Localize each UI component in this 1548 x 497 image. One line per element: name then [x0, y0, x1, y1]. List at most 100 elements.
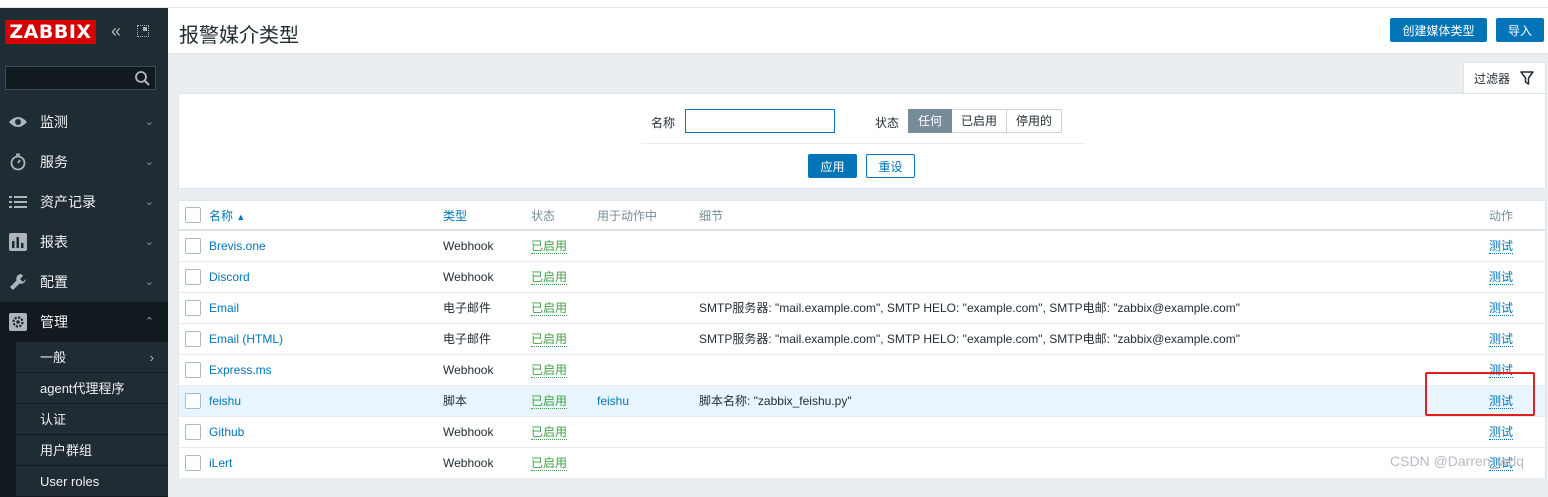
row-checkbox[interactable] — [185, 299, 201, 316]
import-button[interactable]: 导入 — [1496, 18, 1544, 42]
main-menu: 监测 ⌄ 服务 ⌄ 资产记录 ⌄ 报表 ⌄ 配置 ⌄ 管理 ⌃ 一般 › age… — [0, 102, 168, 497]
submenu-item-general[interactable]: 一般 › — [16, 342, 168, 373]
reset-button[interactable]: 重设 — [866, 154, 915, 178]
table-row: Express.ms Webhook 已启用 测试 — [179, 354, 1545, 386]
column-details: 细节 — [699, 201, 1489, 231]
page-header: 报警媒介类型 创建媒体类型 导入 — [168, 8, 1548, 54]
menu-item-label: 管理 — [40, 314, 68, 330]
status-toggle[interactable]: 已启用 — [531, 301, 568, 316]
test-link[interactable]: 测试 — [1489, 425, 1514, 440]
double-chevron-left-icon[interactable]: « — [111, 22, 121, 40]
menu-item-inventory[interactable]: 资产记录 ⌄ — [0, 182, 168, 222]
tab-filter[interactable]: 过滤器 — [1463, 62, 1546, 93]
column-type-label[interactable]: 类型 — [443, 209, 467, 223]
gear-icon — [8, 312, 28, 332]
row-checkbox[interactable] — [185, 392, 201, 409]
table-row: iLert Webhook 已启用 测试 — [179, 447, 1545, 479]
create-media-type-button[interactable]: 创建媒体类型 — [1390, 18, 1487, 42]
row-checkbox[interactable] — [185, 454, 201, 471]
menu-item-monitoring[interactable]: 监测 ⌄ — [0, 102, 168, 142]
test-link[interactable]: 测试 — [1489, 332, 1514, 347]
row-checkbox[interactable] — [185, 237, 201, 254]
status-toggle[interactable]: 已启用 — [531, 270, 568, 285]
submenu-item-label: 认证 — [40, 412, 67, 427]
column-type[interactable]: 类型 — [443, 201, 531, 231]
top-strip — [0, 0, 1548, 8]
row-checkbox[interactable] — [185, 423, 201, 440]
submenu-item-label: 一般 — [40, 350, 67, 365]
watermark: CSDN @Darren_wdq — [1390, 453, 1525, 469]
page-title: 报警媒介类型 — [179, 25, 299, 47]
media-type-name-link[interactable]: Express.ms — [209, 363, 272, 377]
status-toggle[interactable]: 已启用 — [531, 425, 568, 440]
apply-button[interactable]: 应用 — [808, 154, 857, 178]
table-row: Email (HTML) 电子邮件 已启用 SMTP服务器: "mail.exa… — [179, 323, 1545, 355]
status-toggle[interactable]: 已启用 — [531, 332, 568, 347]
filter-tab-label: 过滤器 — [1474, 71, 1511, 86]
filter-name-input[interactable] — [685, 109, 835, 133]
search-icon[interactable] — [133, 69, 153, 89]
menu-item-label: 监测 — [40, 114, 68, 130]
zabbix-logo[interactable]: ZABBIX — [5, 20, 96, 44]
stopwatch-icon — [8, 152, 28, 172]
menu-item-administration[interactable]: 管理 ⌃ — [0, 302, 168, 342]
filter-panel: 名称 状态 任何 已启用 停用的 应用 重设 — [178, 93, 1546, 189]
select-all-checkbox[interactable] — [185, 207, 201, 223]
menu-item-label: 服务 — [40, 154, 68, 170]
column-status: 状态 — [531, 201, 597, 231]
column-name[interactable]: 名称 ▲ — [209, 201, 443, 231]
test-link[interactable]: 测试 — [1489, 301, 1514, 316]
submenu-item-user-groups[interactable]: 用户群组 — [16, 435, 168, 466]
media-type-name-link[interactable]: Discord — [209, 270, 250, 284]
table-row-highlighted: feishu 脚本 已启用 feishu 脚本名称: "zabbix_feish… — [179, 385, 1545, 417]
media-type-name-link[interactable]: Email (HTML) — [209, 332, 283, 346]
status-toggle[interactable]: 已启用 — [531, 456, 568, 471]
media-type-name-link[interactable]: Github — [209, 425, 244, 439]
status-option-any[interactable]: 任何 — [908, 109, 953, 133]
menu-item-reports[interactable]: 报表 ⌄ — [0, 222, 168, 262]
column-status-label: 状态 — [531, 208, 556, 223]
test-link[interactable]: 测试 — [1489, 239, 1514, 255]
chevron-down-icon: ⌄ — [144, 156, 154, 168]
status-option-enabled[interactable]: 已启用 — [952, 109, 1008, 133]
media-type-type: 脚本 — [443, 385, 531, 417]
table-row: Discord Webhook 已启用 测试 — [179, 261, 1545, 293]
status-toggle[interactable]: 已启用 — [531, 394, 568, 409]
test-link[interactable]: 测试 — [1489, 270, 1514, 285]
media-type-name-link[interactable]: Email — [209, 301, 239, 315]
eye-icon — [8, 112, 28, 132]
row-checkbox[interactable] — [185, 268, 201, 285]
menu-item-label: 配置 — [40, 274, 68, 290]
media-type-details — [699, 230, 1489, 262]
media-type-name-link[interactable]: Brevis.one — [209, 239, 266, 253]
table-row: Email 电子邮件 已启用 SMTP服务器: "mail.example.co… — [179, 292, 1545, 324]
media-type-details — [699, 354, 1489, 386]
logo-row: ZABBIX « — [0, 20, 168, 46]
submenu-item-authentication[interactable]: 认证 — [16, 404, 168, 435]
media-types-table: 名称 ▲ 类型 状态 用于动作中 细节 动作 Brevis.one Webhoo… — [178, 200, 1546, 479]
media-type-type: Webhook — [443, 447, 531, 479]
media-type-details: SMTP服务器: "mail.example.com", SMTP HELO: … — [699, 323, 1489, 355]
submenu-administration: 一般 › agent代理程序 认证 用户群组 User roles — [0, 342, 168, 497]
media-type-details — [699, 261, 1489, 293]
chevron-down-icon: ⌄ — [144, 236, 154, 248]
menu-item-configuration[interactable]: 配置 ⌄ — [0, 262, 168, 302]
media-type-type: Webhook — [443, 230, 531, 262]
media-type-type: Webhook — [443, 261, 531, 293]
main-content: 报警媒介类型 创建媒体类型 导入 过滤器 名称 状态 任何 已启用 停用的 应用… — [168, 8, 1548, 479]
row-checkbox[interactable] — [185, 330, 201, 347]
used-in-actions-link[interactable]: feishu — [597, 394, 629, 408]
row-checkbox[interactable] — [185, 361, 201, 378]
sidebar: ZABBIX « 监测 ⌄ 服务 ⌄ 资产记录 ⌄ 报表 ⌄ 配置 ⌄ 管理 ⌃… — [0, 8, 168, 497]
kiosk-mode-icon[interactable] — [137, 25, 149, 37]
status-toggle[interactable]: 已启用 — [531, 239, 568, 255]
media-type-name-link[interactable]: iLert — [209, 456, 232, 470]
sort-asc-icon: ▲ — [236, 211, 246, 222]
media-type-name-link[interactable]: feishu — [209, 394, 241, 408]
submenu-item-user-roles[interactable]: User roles — [16, 466, 168, 497]
column-name-label[interactable]: 名称 — [209, 209, 233, 223]
status-toggle[interactable]: 已启用 — [531, 363, 568, 378]
menu-item-services[interactable]: 服务 ⌄ — [0, 142, 168, 182]
status-option-disabled[interactable]: 停用的 — [1007, 109, 1063, 133]
submenu-item-proxies[interactable]: agent代理程序 — [16, 373, 168, 404]
